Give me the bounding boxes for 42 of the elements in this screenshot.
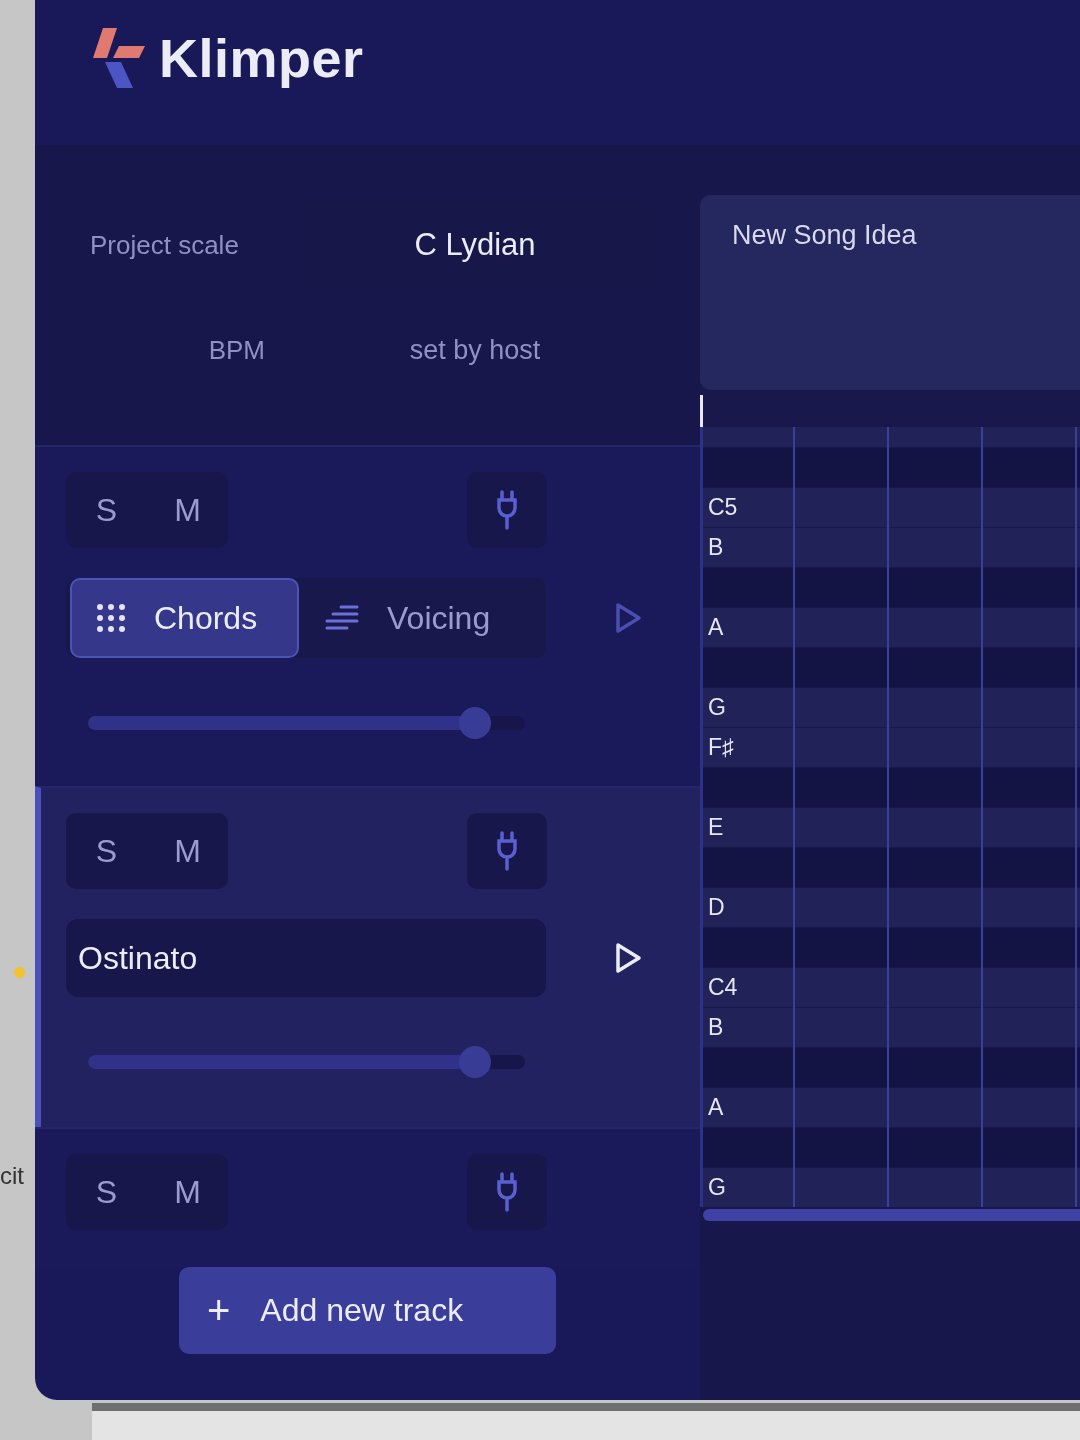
track-panel[interactable]: S M Ostinato bbox=[35, 786, 700, 1127]
mode-tab[interactable]: Chords bbox=[70, 578, 299, 658]
plug-icon bbox=[496, 1172, 518, 1212]
note-label: A bbox=[708, 1094, 724, 1121]
note-label: D bbox=[708, 894, 725, 921]
note-label: B bbox=[708, 534, 724, 561]
solo-button[interactable]: S bbox=[66, 1154, 147, 1230]
note-label: C4 bbox=[708, 974, 738, 1001]
volume-slider[interactable] bbox=[88, 1046, 525, 1078]
note-label: C5 bbox=[708, 494, 738, 521]
plug-icon bbox=[496, 831, 518, 871]
note-label: B bbox=[708, 1014, 724, 1041]
solo-button[interactable]: S bbox=[66, 813, 147, 889]
mode-tab[interactable]: Voicing bbox=[299, 578, 517, 658]
mute-button[interactable]: M bbox=[147, 813, 228, 889]
setting-value: set by host bbox=[408, 334, 542, 366]
note-label: G bbox=[708, 694, 726, 721]
add-track-button[interactable]: + Add new track bbox=[179, 1267, 556, 1354]
play-icon bbox=[614, 602, 642, 634]
lines-icon bbox=[325, 603, 359, 633]
app-title: Klimper bbox=[159, 26, 364, 89]
note-field[interactable]: New Song Idea bbox=[700, 195, 1080, 390]
scroll-bar[interactable] bbox=[703, 1209, 1080, 1221]
note-label: F♯ bbox=[708, 734, 734, 761]
plug-icon bbox=[496, 490, 518, 530]
plug-button[interactable] bbox=[467, 813, 547, 889]
volume-slider[interactable] bbox=[88, 707, 525, 739]
setting-label: Project scale bbox=[89, 229, 240, 261]
plug-button[interactable] bbox=[467, 472, 547, 548]
track-name-field[interactable]: Ostinato bbox=[66, 919, 546, 997]
play-icon bbox=[614, 942, 642, 974]
mute-button[interactable]: M bbox=[147, 1154, 228, 1230]
plug-button[interactable] bbox=[467, 1154, 547, 1230]
setting-label: BPM bbox=[207, 334, 266, 366]
mute-button[interactable]: M bbox=[147, 472, 228, 548]
solo-button[interactable]: S bbox=[66, 472, 147, 548]
grid-icon bbox=[96, 603, 126, 633]
indicator-dot bbox=[14, 967, 25, 978]
note-label: E bbox=[708, 814, 724, 841]
note-label: A bbox=[708, 614, 724, 641]
note-label: G bbox=[708, 1174, 726, 1201]
host-label: cit bbox=[0, 1162, 24, 1190]
